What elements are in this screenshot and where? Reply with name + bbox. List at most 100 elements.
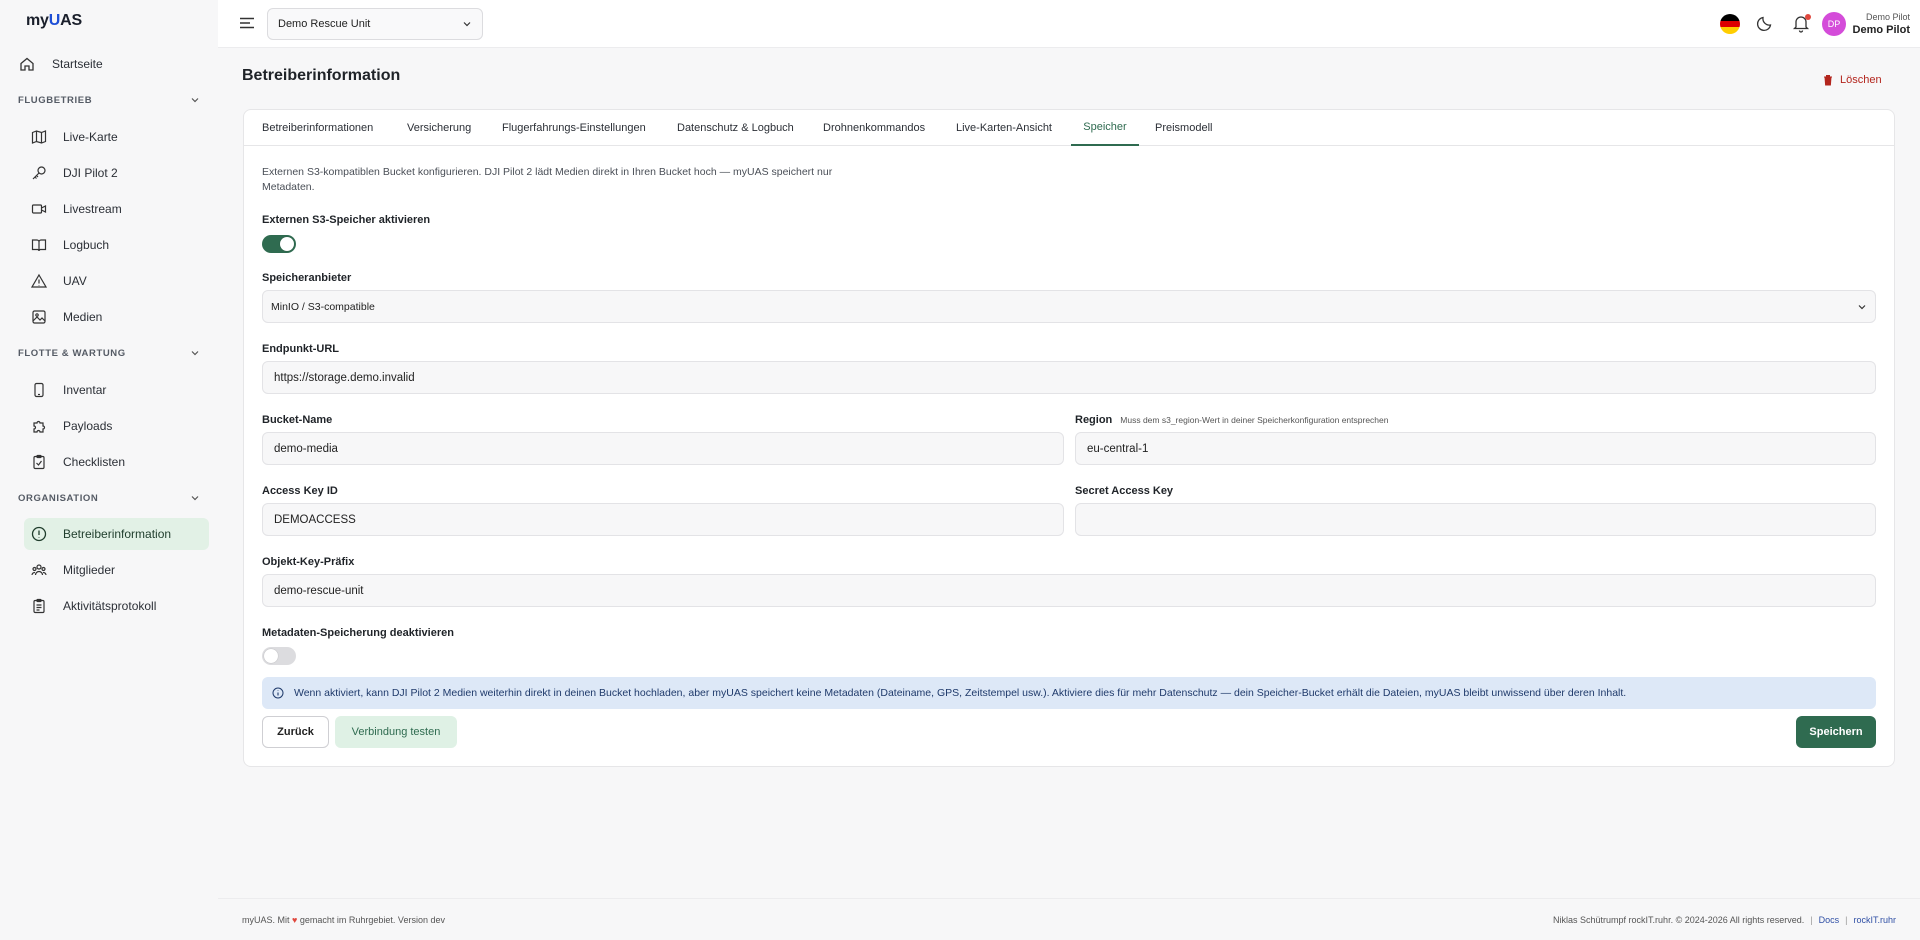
secret-key-input[interactable] — [1075, 503, 1876, 536]
sidebar-item-label: Inventar — [63, 383, 107, 397]
sidebar-item-checklisten[interactable]: Checklisten — [24, 446, 209, 478]
metadata-info-box: Wenn aktiviert, kann DJI Pilot 2 Medien … — [262, 677, 1876, 709]
endpoint-label: Endpunkt-URL — [262, 343, 339, 355]
chevron-down-icon — [191, 98, 199, 103]
section-flugbetrieb[interactable]: FLUGBETRIEB — [18, 90, 200, 110]
notifications-button[interactable] — [1792, 13, 1812, 35]
page-title: Betreiberinformation — [242, 67, 401, 84]
warning-triangle-icon — [30, 272, 48, 290]
docs-link[interactable]: Docs — [1819, 915, 1840, 925]
clipboard-list-icon — [30, 597, 48, 615]
tab-speicher[interactable]: Speicher — [1071, 110, 1139, 146]
sidebar-item-payloads[interactable]: Payloads — [24, 410, 209, 442]
back-button[interactable]: Zurück — [262, 716, 329, 748]
sidebar: myUAS Startseite FLUGBETRIEB Live-Karte … — [0, 0, 218, 940]
user-name: Demo Pilot — [1852, 24, 1910, 36]
moon-icon — [1757, 16, 1772, 31]
prefix-label: Objekt-Key-Präfix — [262, 556, 355, 568]
save-button[interactable]: Speichern — [1796, 716, 1876, 748]
footer-suffix: gemacht im Ruhrgebiet. Version dev — [299, 915, 445, 925]
user-role: Demo Pilot — [1865, 12, 1910, 22]
site-link[interactable]: rockIT.ruhr — [1853, 915, 1896, 925]
sidebar-item-home[interactable]: Startseite — [14, 48, 199, 80]
sidebar-item-label: Payloads — [63, 419, 113, 433]
enable-s3-toggle[interactable] — [262, 235, 296, 253]
sidebar-item-label: Live-Karte — [63, 130, 118, 144]
tab-preismodell[interactable]: Preismodell — [1155, 110, 1212, 146]
book-icon — [30, 236, 48, 254]
video-icon — [30, 200, 48, 218]
test-connection-button[interactable]: Verbindung testen — [335, 716, 457, 748]
tab-datenschutz-logbuch[interactable]: Datenschutz & Logbuch — [677, 110, 794, 146]
sidebar-item-betreiberinformation[interactable]: Betreiberinformation — [24, 518, 209, 550]
unit-select[interactable]: Demo Rescue Unit — [267, 8, 483, 40]
tab-versicherung[interactable]: Versicherung — [407, 110, 471, 146]
sidebar-item-label: Mitglieder — [63, 563, 116, 577]
info-icon — [272, 687, 284, 699]
info-circle-icon — [30, 525, 48, 543]
sidebar-item-label: Medien — [63, 310, 103, 324]
sidebar-item-dji-pilot[interactable]: DJI Pilot 2 — [24, 157, 209, 189]
tab-live-karten-ansicht[interactable]: Live-Karten-Ansicht — [956, 110, 1052, 146]
region-label-row: Region Muss dem s3_region-Wert in deiner … — [1075, 414, 1389, 426]
region-label: Region — [1075, 414, 1113, 426]
sidebar-item-uav[interactable]: UAV — [24, 265, 209, 297]
sidebar-item-logbuch[interactable]: Logbuch — [24, 229, 209, 261]
tab-betreiberinformationen[interactable]: Betreiberinformationen — [262, 110, 373, 146]
access-key-input[interactable]: DEMOACCESS — [262, 503, 1064, 536]
metadata-disable-label: Metadaten-Speicherung deaktivieren — [262, 627, 454, 639]
dark-mode-toggle[interactable] — [1756, 14, 1776, 34]
sidebar-item-aktivitaetsprotokoll[interactable]: Aktivitätsprotokoll — [24, 590, 209, 622]
region-input[interactable]: eu-central-1 — [1075, 432, 1876, 465]
section-flotte-wartung[interactable]: FLOTTE & WARTUNG — [18, 343, 200, 363]
sidebar-item-label: Betreiberinformation — [63, 527, 172, 541]
menu-toggle-button[interactable] — [238, 14, 258, 34]
language-flag-icon[interactable] — [1720, 14, 1740, 34]
unit-select-value: Demo Rescue Unit — [278, 18, 371, 30]
home-icon — [18, 55, 36, 73]
chevron-down-icon — [463, 22, 471, 27]
tab-flugerfahrungs-einstellungen[interactable]: Flugerfahrungs-Einstellungen — [502, 110, 646, 146]
storage-description: Externen S3-kompatiblen Bucket konfiguri… — [262, 166, 833, 193]
bucket-name-label: Bucket-Name — [262, 414, 333, 426]
puzzle-icon — [30, 417, 48, 435]
sidebar-item-label: UAV — [63, 274, 87, 288]
sidebar-item-label: Startseite — [52, 57, 103, 71]
sidebar-item-label: DJI Pilot 2 — [63, 166, 118, 180]
access-key-label: Access Key ID — [262, 485, 338, 497]
heart-icon: ♥ — [292, 915, 298, 925]
sidebar-item-live-karte[interactable]: Live-Karte — [24, 121, 209, 153]
app-logo[interactable]: myUAS — [26, 12, 82, 30]
notification-dot — [1805, 14, 1811, 20]
sidebar-item-label: Livestream — [63, 202, 122, 216]
avatar[interactable]: DP — [1822, 12, 1846, 36]
sidebar-item-livestream[interactable]: Livestream — [24, 193, 209, 225]
enable-s3-label: Externen S3-Speicher aktivieren — [262, 214, 431, 226]
provider-select[interactable]: MinIO / S3-compatible — [262, 290, 1876, 323]
sidebar-item-inventar[interactable]: Inventar — [24, 374, 209, 406]
bucket-name-input[interactable]: demo-media — [262, 432, 1064, 465]
footer: myUAS. Mit ♥ gemacht im Ruhrgebiet. Vers… — [218, 898, 1920, 940]
metadata-disable-toggle[interactable] — [262, 647, 296, 665]
map-icon — [30, 128, 48, 146]
secret-key-label: Secret Access Key — [1075, 485, 1174, 497]
provider-select-value: MinIO / S3-compatible — [271, 300, 375, 313]
delete-label: Löschen — [1840, 74, 1882, 86]
sidebar-item-label: Aktivitätsprotokoll — [63, 599, 157, 613]
section-organisation[interactable]: ORGANISATION — [18, 488, 200, 508]
menu-icon — [240, 17, 254, 29]
footer-copyright: Niklas Schütrumpf rockIT.ruhr. © 2024-20… — [1553, 915, 1805, 925]
image-icon — [30, 308, 48, 326]
endpoint-input[interactable]: https://storage.demo.invalid — [262, 361, 1876, 394]
settings-card: Betreiberinformationen Versicherung Flug… — [243, 109, 1895, 767]
section-title: FLUGBETRIEB — [18, 94, 93, 106]
delete-button[interactable]: Löschen — [1822, 70, 1882, 90]
prefix-input[interactable]: demo-rescue-unit — [262, 574, 1876, 607]
clipboard-check-icon — [30, 453, 48, 471]
chevron-down-icon — [191, 496, 199, 501]
user-menu[interactable]: Demo Pilot Demo Pilot — [1852, 11, 1910, 37]
region-hint: Muss dem s3_region-Wert in deiner Speich… — [1120, 415, 1389, 425]
sidebar-item-medien[interactable]: Medien — [24, 301, 209, 333]
sidebar-item-mitglieder[interactable]: Mitglieder — [24, 554, 209, 586]
tab-drohnenkommandos[interactable]: Drohnenkommandos — [823, 110, 925, 146]
